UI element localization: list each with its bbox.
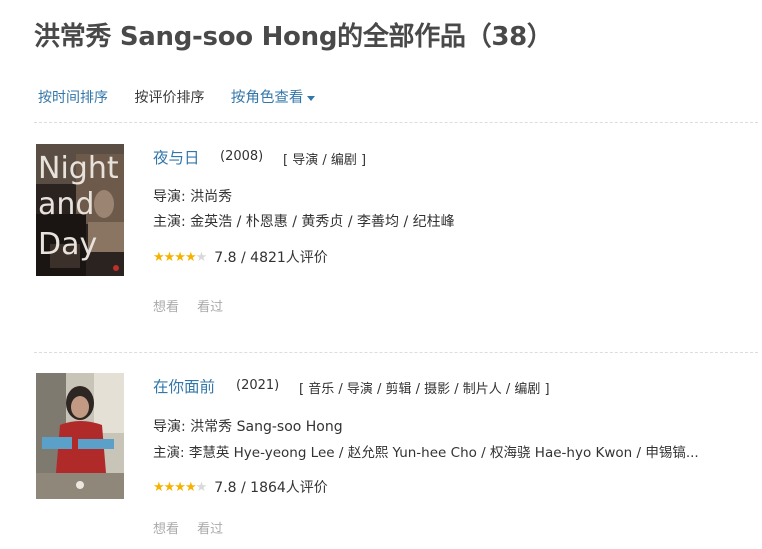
movie-roles: [ 音乐 / 导演 / 剪辑 / 摄影 / 制片人 / 编剧 ] <box>299 382 550 397</box>
want-to-watch-link[interactable]: 想看 <box>153 522 179 537</box>
movie-director: 导演: 洪尚秀 <box>153 189 233 205</box>
rating-stars-icon: ★★★★★ <box>153 249 207 265</box>
rating-stars-icon: ★★★★★ <box>153 479 207 495</box>
movie-actions: 想看 看过 <box>153 296 237 315</box>
sort-by-rating-link[interactable]: 按评价排序 <box>134 90 204 106</box>
want-to-watch-link[interactable]: 想看 <box>153 300 179 315</box>
movie-title-link[interactable]: 在你面前 <box>153 375 215 397</box>
movie-year: (2021) <box>236 378 280 393</box>
movie-cast: 主演: 金英浩 / 朴恩惠 / 黄秀贞 / 李善均 / 纪柱峰 <box>153 214 455 230</box>
movie-cast: 主演: 李慧英 Hye-yeong Lee / 赵允熙 Yun-hee Cho … <box>153 445 699 461</box>
movie-rating: ★★★★★ 7.8 / 4821人评价 <box>153 247 328 267</box>
view-by-role-dropdown[interactable]: 按角色查看 <box>231 90 316 106</box>
divider <box>34 352 758 353</box>
rating-text: 7.8 / 4821人评价 <box>214 250 328 266</box>
watched-link[interactable]: 看过 <box>197 522 223 537</box>
sort-bar: 按时间排序 按评价排序 按角色查看 <box>38 86 337 107</box>
movie-poster-night-and-day[interactable]: Night and Day <box>36 144 124 276</box>
movie-year: (2008) <box>220 149 264 164</box>
movie-rating: ★★★★★ 7.8 / 1864人评价 <box>153 477 328 497</box>
sort-by-time-link[interactable]: 按时间排序 <box>38 90 108 106</box>
watched-link[interactable]: 看过 <box>197 300 223 315</box>
movie-actions: 想看 看过 <box>153 518 237 537</box>
poster-text: Day <box>38 227 97 262</box>
movie-roles: [ 导演 / 编剧 ] <box>283 153 367 168</box>
movie-poster-in-front-of-your-face[interactable] <box>36 373 124 499</box>
poster-text: and <box>38 187 94 222</box>
movie-director: 导演: 洪常秀 Sang-soo Hong <box>153 419 343 435</box>
divider <box>34 122 758 123</box>
page-title: 洪常秀 Sang-soo Hong的全部作品（38） <box>34 22 553 52</box>
caret-down-icon <box>307 95 316 101</box>
poster-text: Night <box>38 151 119 186</box>
view-by-role-label: 按角色查看 <box>230 90 304 106</box>
rating-text: 7.8 / 1864人评价 <box>214 480 328 496</box>
movie-title-link[interactable]: 夜与日 <box>153 146 200 168</box>
